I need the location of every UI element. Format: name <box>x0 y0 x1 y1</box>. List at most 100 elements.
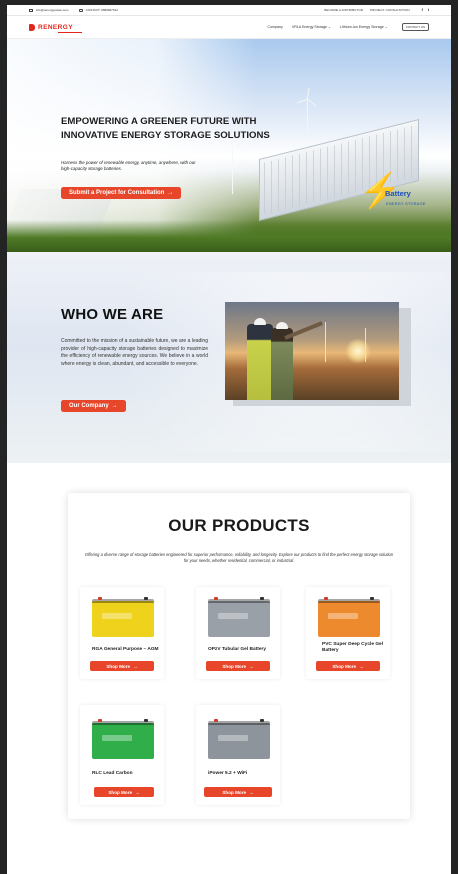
phone-icon <box>78 8 83 12</box>
contact-us-button[interactable]: CONTACT US <box>401 22 429 32</box>
battery-image <box>208 719 270 759</box>
products-intro: Offering a diverse range of storage batt… <box>84 552 394 563</box>
nav-item-label: Company <box>267 25 283 29</box>
wind-turbine-graphic <box>325 322 326 362</box>
top-bar: info@renergypower.com CONTACT: 968982761… <box>7 5 451 16</box>
products-title: OUR PRODUCTS <box>168 516 310 535</box>
button-label: Submit a Project for Consultation <box>69 190 165 196</box>
turbine-blade <box>307 98 316 107</box>
who-we-are-section: WHO WE ARE Committed to the mission of a… <box>7 252 451 463</box>
battery-label-plate <box>218 613 248 619</box>
product-card[interactable]: RLC Lead Carbon Shop More → <box>80 705 164 805</box>
hero-title: EMPOWERING A GREENER FUTURE WITH INNOVAT… <box>61 116 270 141</box>
terminal-positive <box>214 719 218 722</box>
sun-glow <box>345 338 371 364</box>
button-label: Shop More <box>332 663 357 669</box>
product-card[interactable]: iPower 5.2 + WiFi Shop More → <box>196 705 280 805</box>
battery-label-plate <box>218 735 248 741</box>
product-card[interactable]: RGA General Purpose – AGM Shop More → <box>80 587 164 679</box>
turbine-blade <box>307 88 310 100</box>
top-bar-right: BECOME A DISTRIBUTOR PROJECT CONSULTATIO… <box>324 8 429 12</box>
email-text: info@renergypower.com <box>36 8 69 12</box>
page: info@renergypower.com CONTACT: 968982761… <box>7 5 451 874</box>
wind-turbine-graphic <box>307 99 308 144</box>
product-name[interactable]: RGA General Purpose – AGM <box>92 647 164 653</box>
terminal-negative <box>144 597 148 600</box>
product-card[interactable]: PVC Super Deep Cycle Gel Battery Shop Mo… <box>306 587 390 679</box>
shop-more-button[interactable]: Shop More → <box>94 787 154 797</box>
nav-item-lithium[interactable]: Lithium-Ion Energy Storage ⌄ <box>340 25 388 29</box>
terminal-negative <box>260 719 264 722</box>
arrow-right-icon: → <box>135 789 140 795</box>
nav-menu: Company VRLA Energy Storage ⌄ Lithium-Ion… <box>258 22 429 32</box>
battery-image <box>92 597 154 637</box>
product-card[interactable]: OPzV Tubular Gel Battery Shop More → <box>196 587 280 679</box>
email-link[interactable]: info@renergypower.com <box>29 8 69 12</box>
battery-image <box>318 597 380 637</box>
terminal-positive <box>98 719 102 722</box>
project-consultation-link[interactable]: PROJECT CONSULTATION <box>370 8 410 12</box>
battery-label-plate <box>102 735 132 741</box>
engineer-figure <box>247 324 273 400</box>
facebook-icon[interactable]: f <box>422 8 423 12</box>
logo-mark-icon <box>29 23 37 31</box>
chevron-down-icon: ⌄ <box>384 25 388 29</box>
twitter-icon[interactable]: t <box>428 8 429 12</box>
terminal-positive <box>98 597 102 600</box>
battery-label-plate <box>328 613 358 619</box>
who-text: Committed to the mission of a sustainabl… <box>61 338 208 367</box>
nav-item-company[interactable]: Company <box>267 25 282 29</box>
grass-graphic <box>7 220 451 252</box>
nav-item-label: VRLA Energy Storage <box>291 25 327 29</box>
shop-more-button[interactable]: Shop More → <box>206 661 270 671</box>
battery-image <box>92 719 154 759</box>
product-name[interactable]: RLC Lead Carbon <box>92 771 164 777</box>
hard-hat-icon <box>254 318 266 325</box>
products-card: OUR PRODUCTS Offering a diverse range of… <box>68 493 410 819</box>
button-label: Shop More <box>222 663 247 669</box>
terminal-positive <box>214 597 218 600</box>
arrow-right-icon: → <box>167 190 174 196</box>
phone-text: CONTACT: 9689827612 <box>85 8 118 12</box>
shop-more-button[interactable]: Shop More → <box>204 787 272 797</box>
become-distributor-link[interactable]: BECOME A DISTRIBUTOR <box>324 8 363 12</box>
submit-project-button[interactable]: Submit a Project for Consultation → <box>61 187 182 199</box>
chevron-down-icon: ⌄ <box>327 25 331 29</box>
terminal-negative <box>370 597 374 600</box>
hero-section: ⚡ Battery ENERGY STORAGE EMPOWERING A GR… <box>7 39 451 252</box>
terminal-negative <box>260 597 264 600</box>
engineers-photo <box>225 302 399 400</box>
button-label: Shop More <box>108 789 133 795</box>
mail-icon <box>29 8 33 12</box>
our-company-button[interactable]: Our Company → <box>61 400 126 412</box>
battery-label-plate <box>102 613 132 619</box>
logo[interactable]: RENERGY <box>29 23 82 33</box>
products-section: OUR PRODUCTS Offering a diverse range of… <box>7 463 451 860</box>
arrow-right-icon: → <box>249 663 254 669</box>
arrow-right-icon: → <box>133 663 138 669</box>
turbine-blade <box>296 98 308 104</box>
button-label: Shop More <box>106 663 131 669</box>
product-name[interactable]: iPower 5.2 + WiFi <box>208 771 280 777</box>
product-name[interactable]: OPzV Tubular Gel Battery <box>208 647 280 653</box>
shop-more-button[interactable]: Shop More → <box>90 661 154 671</box>
button-label: Shop More <box>222 789 247 795</box>
battery-image <box>208 597 270 637</box>
button-label: Our Company <box>69 403 109 409</box>
nav-item-label: Lithium-Ion Energy Storage <box>340 25 384 29</box>
nav-item-vrla[interactable]: VRLA Energy Storage ⌄ <box>292 25 331 29</box>
phone-link[interactable]: CONTACT: 9689827612 <box>78 8 118 12</box>
arrow-right-icon: → <box>359 663 364 669</box>
who-title: WHO WE ARE <box>61 306 164 323</box>
main-nav: RENERGY Company VRLA Energy Storage ⌄ Lit… <box>7 16 451 39</box>
wind-turbine-graphic <box>365 328 366 362</box>
hero-subtitle: Harness the power of renewable energy, a… <box>61 160 196 171</box>
hard-hat-icon <box>276 322 288 329</box>
product-name[interactable]: PVC Super Deep Cycle Gel Battery <box>322 642 386 654</box>
arrow-right-icon: → <box>249 789 254 795</box>
shop-more-button[interactable]: Shop More → <box>316 661 380 671</box>
arrow-right-icon: → <box>111 403 118 409</box>
container-subtitle: ENERGY STORAGE <box>386 202 426 206</box>
logo-text: RENERGY <box>38 23 82 33</box>
engineer-figure <box>271 328 293 400</box>
